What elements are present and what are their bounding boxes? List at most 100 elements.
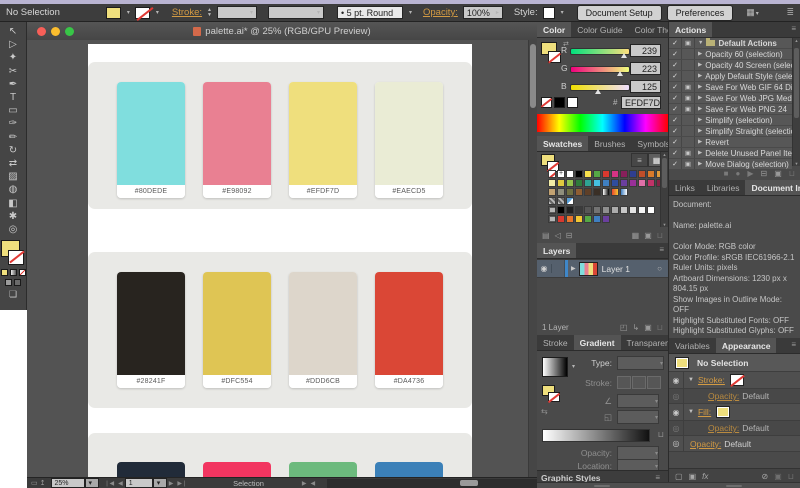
- action-row[interactable]: ✓ ▶ Simplify (selection): [669, 115, 792, 125]
- horizontal-scrollbar-thumb[interactable]: [460, 480, 478, 486]
- swatch-cell[interactable]: [620, 215, 628, 223]
- stroke-none-chip[interactable]: [730, 374, 744, 386]
- swatch-color[interactable]: [203, 272, 271, 375]
- swatches-scrollbar[interactable]: ▲▼: [660, 152, 668, 227]
- expand-caret-icon[interactable]: ▼: [688, 409, 694, 415]
- tab-variables[interactable]: Variables: [669, 338, 716, 353]
- action-expand-icon[interactable]: ▶: [698, 106, 702, 112]
- action-expand-icon[interactable]: ▶: [698, 128, 702, 134]
- delete-layer-icon[interactable]: ⊔: [657, 323, 663, 332]
- swatch-cell[interactable]: [638, 197, 646, 205]
- swatch-cell[interactable]: [611, 215, 619, 223]
- swatch-cell[interactable]: [584, 170, 592, 178]
- tab-color-themes[interactable]: Color Themes: [629, 22, 668, 37]
- gradient-type-select[interactable]: ▾: [617, 356, 664, 370]
- swatch-cell[interactable]: [602, 170, 610, 178]
- swatch-cell[interactable]: [638, 188, 646, 196]
- swatch-cell[interactable]: [647, 188, 655, 196]
- swatch-cell[interactable]: [629, 188, 637, 196]
- swatch-cell[interactable]: [611, 197, 619, 205]
- swatch-cell[interactable]: [602, 215, 610, 223]
- swatch-cell[interactable]: [557, 197, 565, 205]
- opacity-attribute-link[interactable]: Opacity:: [708, 391, 739, 401]
- fill-attribute-link[interactable]: Fill:: [698, 407, 711, 417]
- color-swatch-card[interactable]: [375, 462, 443, 478]
- stroke-width-input[interactable]: ▾: [217, 6, 257, 19]
- none-mode-icon[interactable]: [19, 269, 26, 276]
- tool-icon[interactable]: T: [3, 91, 23, 104]
- tool-icon[interactable]: ↖: [3, 25, 23, 38]
- new-sublayer-icon[interactable]: ↳: [632, 323, 639, 332]
- toolbar-stroke-chip[interactable]: [8, 250, 24, 265]
- layer-target-icon[interactable]: ○: [657, 264, 662, 273]
- action-expand-icon[interactable]: ▶: [698, 150, 702, 156]
- horizontal-scrollbar[interactable]: [327, 479, 537, 488]
- swatch-cell[interactable]: [575, 197, 583, 205]
- action-check-icon[interactable]: ✓: [669, 137, 682, 147]
- swatch-cell[interactable]: [593, 179, 601, 187]
- delete-swatch-icon[interactable]: ⊔: [657, 231, 663, 240]
- add-stroke-icon[interactable]: ▢: [675, 472, 683, 481]
- layer-name[interactable]: Layer 1: [602, 264, 630, 274]
- object-opacity-row[interactable]: ◎ Opacity: Default: [669, 436, 800, 452]
- action-check-icon[interactable]: ✓: [669, 71, 682, 81]
- action-dialog-icon[interactable]: [682, 60, 695, 70]
- opacity-attribute-link[interactable]: Opacity:: [708, 423, 739, 433]
- white-color-chip[interactable]: [567, 97, 578, 108]
- stroke-dropdown-icon[interactable]: ▾: [156, 9, 159, 16]
- swatch-cell[interactable]: [629, 197, 637, 205]
- dock-resize-strip[interactable]: [537, 482, 800, 488]
- stroke-opacity-row[interactable]: ◎ Opacity: Default: [669, 389, 800, 404]
- swatch-cell[interactable]: [638, 170, 646, 178]
- make-mask-icon[interactable]: ◰: [620, 323, 628, 332]
- swatch-color[interactable]: [375, 82, 443, 185]
- blue-slider-thumb[interactable]: [595, 89, 601, 94]
- action-dialog-icon[interactable]: [682, 49, 695, 59]
- document-titlebar[interactable]: palette.ai* @ 25% (RGB/GPU Preview): [27, 22, 537, 41]
- swatch-color[interactable]: [117, 462, 185, 478]
- action-dialog-icon[interactable]: [682, 71, 695, 81]
- action-row[interactable]: ✓ ▶ Opacity 40 Screen (select...: [669, 60, 792, 70]
- add-effect-icon[interactable]: fx: [702, 472, 708, 481]
- tab-libraries[interactable]: Libraries: [701, 180, 746, 195]
- swatch-cell[interactable]: [566, 206, 574, 214]
- zoom-button[interactable]: [65, 27, 74, 36]
- action-check-icon[interactable]: ✓: [669, 93, 682, 103]
- green-value-input[interactable]: 223: [630, 62, 661, 75]
- tool-icon[interactable]: ◧: [3, 196, 23, 209]
- tab-brushes[interactable]: Brushes: [588, 136, 631, 151]
- visibility-eye-icon[interactable]: ◎: [669, 389, 684, 403]
- swatch-cell[interactable]: [575, 215, 583, 223]
- status-prev-icon[interactable]: ◀: [311, 480, 316, 487]
- swatch-cell[interactable]: [629, 215, 637, 223]
- tab-document-info[interactable]: Document Info: [745, 180, 800, 195]
- width-profile-select[interactable]: ▾: [268, 6, 324, 19]
- swatch-cell[interactable]: [620, 170, 628, 178]
- swatch-cell[interactable]: [647, 179, 655, 187]
- new-swatch-icon[interactable]: ▣: [644, 231, 652, 240]
- appearance-stroke-row[interactable]: ◉ ▼ Stroke:: [669, 372, 800, 389]
- visibility-eye-icon[interactable]: ◎: [669, 421, 684, 435]
- tab-color[interactable]: Color: [537, 22, 571, 37]
- panel-menu-icon[interactable]: ≡: [655, 243, 668, 258]
- layer-expand-icon[interactable]: ▶: [571, 265, 576, 272]
- visibility-eye-icon[interactable]: ◉: [669, 404, 684, 420]
- swatch-cell[interactable]: [557, 170, 565, 178]
- color-swatch-card[interactable]: [289, 462, 357, 478]
- action-dialog-icon[interactable]: ▣: [682, 38, 695, 48]
- swatch-cell[interactable]: [611, 179, 619, 187]
- style-dropdown-icon[interactable]: ▾: [561, 9, 564, 16]
- palette-card[interactable]: #28241F #DFC554 #DDD6CB #DA4736: [88, 252, 472, 408]
- tab-links[interactable]: Links: [669, 180, 701, 195]
- visibility-eye-icon[interactable]: ◎: [669, 436, 684, 451]
- opacity-attribute-link[interactable]: Opacity:: [690, 439, 721, 449]
- tab-swatches[interactable]: Swatches: [537, 136, 588, 151]
- delete-action-icon[interactable]: ⊔: [789, 169, 795, 178]
- swatch-cell[interactable]: [575, 188, 583, 196]
- swatch-color[interactable]: [117, 82, 185, 185]
- zoom-dropdown-icon[interactable]: ▾: [85, 478, 99, 488]
- artboard[interactable]: #80DEDE #E98092 #EFDF7D #EAECD5 #28241F: [88, 44, 472, 478]
- action-row[interactable]: ✓ ▶ Apply Default Style (selec...: [669, 71, 792, 81]
- swatch-cell[interactable]: [611, 170, 619, 178]
- action-check-icon[interactable]: ✓: [669, 104, 682, 114]
